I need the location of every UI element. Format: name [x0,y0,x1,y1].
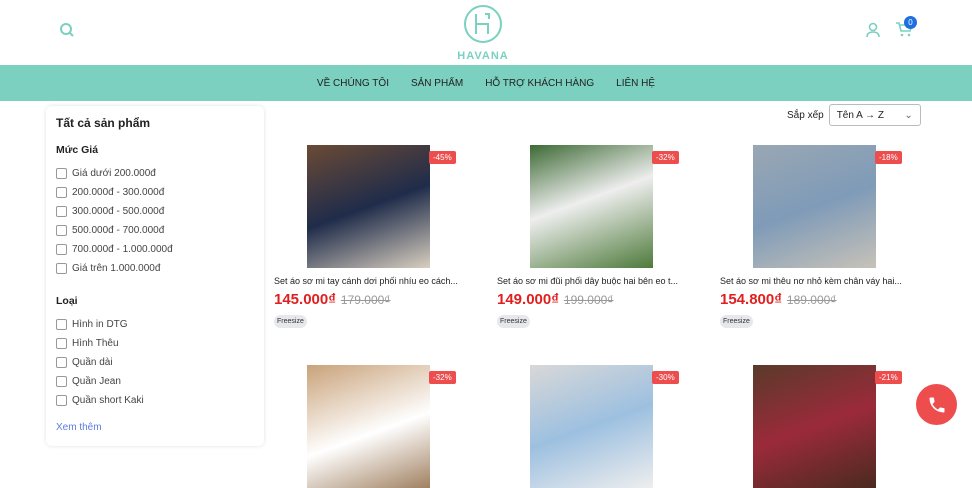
search-icon[interactable] [59,22,75,38]
discount-badge: -32% [652,151,679,164]
sort-select[interactable]: Tên A → Z ⌄ [828,104,921,126]
product-image[interactable] [753,145,876,268]
discount-badge: -18% [875,151,902,164]
filter-option-label: Giá dưới 200.000đ [72,168,156,179]
filter-option-label: 200.000đ - 300.000đ [72,187,165,198]
sale-price: 145.000₫ [274,291,336,308]
filter-option-label: 300.000đ - 500.000đ [72,206,165,217]
filter-option[interactable]: Giá trên 1.000.000đ [56,259,254,278]
discount-badge: -32% [429,371,456,384]
size-tag[interactable]: Freesize [497,315,530,328]
checkbox[interactable] [56,338,67,349]
sort-label: Sắp xếp [787,109,824,121]
product-image[interactable] [307,365,430,488]
checkbox[interactable] [56,319,67,330]
filter-option[interactable]: 700.000đ - 1.000.000đ [56,240,254,259]
filter-option[interactable]: Quần Jean [56,372,254,391]
size-tag[interactable]: Freesize [274,315,307,328]
size-tag[interactable]: Freesize [720,315,753,328]
sale-price: 154.800₫ [720,291,782,308]
product-price: 149.000₫ 199.000₫ [497,291,613,308]
filter-option[interactable]: Hình in DTG [56,315,254,334]
filter-option-label: Hình in DTG [72,319,128,330]
product-price: 145.000₫ 179.000₫ [274,291,390,308]
main-nav: VỀ CHÚNG TÔI SẢN PHẨM HỖ TRỢ KHÁCH HÀNG … [0,65,972,101]
filter-option[interactable]: 300.000đ - 500.000đ [56,202,254,221]
product-price: 154.800₫ 189.000₫ [720,291,836,308]
filter-option-label: Quần Jean [72,376,121,387]
filter-option-label: 700.000đ - 1.000.000đ [72,244,173,255]
sale-price: 149.000₫ [497,291,559,308]
filter-sidebar: Tất cả sản phẩm Mức Giá Giá dưới 200.000… [46,106,264,446]
sort-control: Sắp xếp Tên A → Z ⌄ [787,104,921,126]
type-heading: Loại [56,295,78,307]
checkbox[interactable] [56,225,67,236]
call-button[interactable] [916,384,957,425]
chevron-down-icon: ⌄ [904,109,913,121]
sidebar-title: Tất cả sản phẩm [56,116,151,130]
original-price: 179.000₫ [340,293,391,307]
checkbox[interactable] [56,206,67,217]
filter-option[interactable]: Hình Thêu [56,334,254,353]
product-image[interactable] [753,365,876,488]
price-heading: Mức Giá [56,144,99,156]
product-name[interactable]: Set áo sơ mi tay cánh dơi phối nhíu eo c… [274,276,458,286]
checkbox[interactable] [56,376,67,387]
checkbox[interactable] [56,168,67,179]
product-name[interactable]: Set áo sơ mi đũi phối dây buộc hai bên e… [497,276,678,286]
nav-contact[interactable]: LIÊN HỆ [616,78,655,89]
filter-option-label: Quần short Kaki [72,395,144,406]
logo[interactable]: HAVANA [457,4,508,62]
filter-option[interactable]: 500.000đ - 700.000đ [56,221,254,240]
product-name[interactable]: Set áo sơ mi thêu nơ nhỏ kèm chân váy ha… [720,276,902,286]
product-image[interactable] [530,365,653,488]
original-price: 189.000₫ [786,293,837,307]
header: HAVANA 0 [0,0,972,65]
checkbox[interactable] [56,244,67,255]
filter-option-label: Quần dài [72,357,113,368]
checkbox[interactable] [56,187,67,198]
checkbox[interactable] [56,263,67,274]
see-more-link[interactable]: Xem thêm [56,422,102,433]
filter-option-label: Hình Thêu [72,338,119,349]
nav-products[interactable]: SẢN PHẨM [411,78,463,89]
product-image[interactable] [307,145,430,268]
checkbox[interactable] [56,395,67,406]
product-image[interactable] [530,145,653,268]
original-price: 199.000₫ [563,293,614,307]
sort-value: Tên A → Z [836,109,884,121]
filter-option-label: Giá trên 1.000.000đ [72,263,161,274]
brand-name: HAVANA [457,50,509,62]
filter-option[interactable]: Giá dưới 200.000đ [56,164,254,183]
filter-option[interactable]: Quần dài [56,353,254,372]
nav-about[interactable]: VỀ CHÚNG TÔI [317,78,389,89]
discount-badge: -45% [429,151,456,164]
logo-icon [464,5,502,43]
discount-badge: -30% [652,371,679,384]
filter-option-label: 500.000đ - 700.000đ [72,225,165,236]
filter-option[interactable]: 200.000đ - 300.000đ [56,183,254,202]
phone-icon [929,397,944,412]
nav-support[interactable]: HỖ TRỢ KHÁCH HÀNG [485,78,594,89]
discount-badge: -21% [875,371,902,384]
filter-option[interactable]: Quần short Kaki [56,391,254,410]
checkbox[interactable] [56,357,67,368]
cart-count-badge: 0 [904,16,917,29]
user-icon[interactable] [865,22,881,38]
